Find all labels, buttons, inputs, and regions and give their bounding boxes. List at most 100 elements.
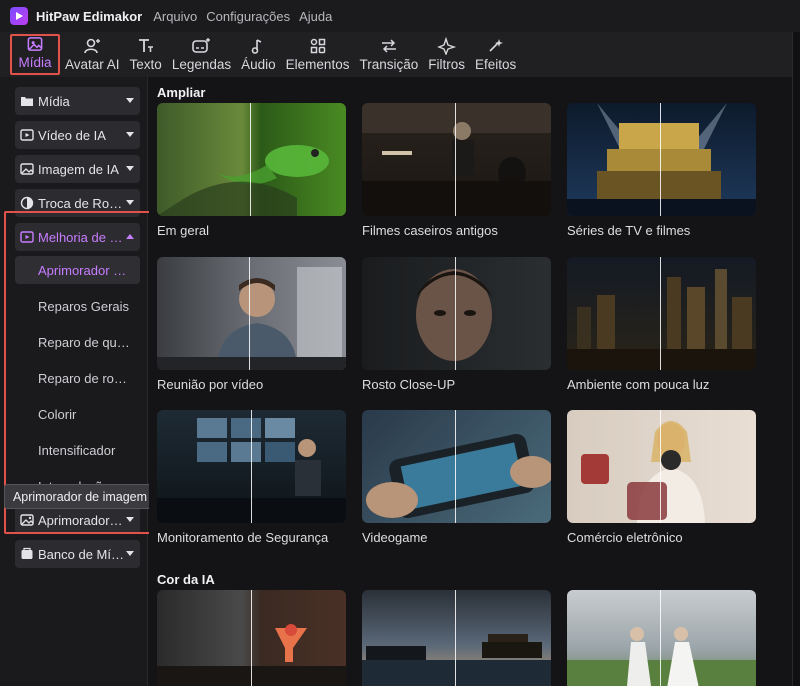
music-note-icon xyxy=(252,39,262,54)
menu-configuracoes[interactable]: Configurações xyxy=(206,9,290,24)
boat-sunset-image xyxy=(362,634,551,686)
comparison-divider xyxy=(251,590,252,686)
thumbnail-low-light[interactable] xyxy=(567,257,756,370)
tab-filters[interactable]: Filtros xyxy=(423,32,470,77)
tab-subtitles[interactable]: Legendas xyxy=(167,32,236,77)
section-title-ampliar: Ampliar xyxy=(157,85,206,100)
thumbnail-videogame[interactable] xyxy=(362,410,551,523)
thumbnail-ai-color-3[interactable] xyxy=(567,590,756,686)
wedding-image xyxy=(567,627,756,686)
sub-item-label: Intensificador xyxy=(38,442,116,458)
sub-item-general-repair[interactable]: Reparos Gerais xyxy=(15,292,140,320)
sub-item-quality-repair[interactable]: Reparo de qualidade xyxy=(15,328,140,356)
sidebar-item-label: Imagem de IA xyxy=(38,161,119,177)
sub-item-label: Reparo de qualidade xyxy=(38,334,130,350)
app-name: HitPaw Edimakor xyxy=(36,8,143,24)
sidebar-item-label: Vídeo de IA xyxy=(38,127,106,143)
tab-filters-label: Filtros xyxy=(428,57,465,72)
thumbnail-caption: Rosto Close-UP xyxy=(362,377,456,392)
enhance-video-icon xyxy=(20,230,34,244)
sidebar-item-media-bank[interactable]: Banco de Mídia xyxy=(15,540,140,568)
sub-item-colorize[interactable]: Colorir xyxy=(15,400,140,428)
ecommerce-image xyxy=(581,421,705,523)
tab-avatar-ai[interactable]: Avatar AI xyxy=(60,32,125,77)
sidebar-item-video-ai[interactable]: Vídeo de IA xyxy=(15,121,140,149)
comparison-divider xyxy=(660,590,661,686)
night-city-image xyxy=(567,269,756,370)
folder-icon xyxy=(20,94,34,108)
comparison-divider xyxy=(660,257,661,370)
menu-arquivo[interactable]: Arquivo xyxy=(153,9,197,24)
menu-ajuda[interactable]: Ajuda xyxy=(299,9,332,24)
lizard-image xyxy=(157,145,329,216)
thumbnail-caption: Comércio eletrônico xyxy=(567,530,683,545)
image-enhance-icon xyxy=(20,513,34,527)
sub-item-label: Aprimorador de vídeo xyxy=(38,262,130,278)
elements-icon xyxy=(310,38,325,54)
tab-media[interactable]: Mídia xyxy=(10,34,60,75)
sidebar-item-label: Melhoria de Vídeo xyxy=(38,229,126,245)
sub-item-face-repair[interactable]: Reparo de rosto xyxy=(15,364,140,392)
chevron-down-icon xyxy=(126,166,134,171)
chevron-down-icon xyxy=(126,200,134,205)
tab-effects[interactable]: Efeitos xyxy=(470,32,521,77)
thumbnail-caption: Ambiente com pouca luz xyxy=(567,377,710,392)
thumbnail-old-home-movies[interactable] xyxy=(362,103,551,216)
tab-transition[interactable]: Transição xyxy=(354,32,423,77)
tab-audio[interactable]: Áudio xyxy=(236,32,281,77)
panel-divider[interactable] xyxy=(792,32,800,686)
tab-media-label: Mídia xyxy=(18,55,52,70)
image-ai-icon xyxy=(20,162,34,176)
sub-item-label: Reparo de rosto xyxy=(38,370,130,386)
sidebar-item-video-enhance[interactable]: Melhoria de Vídeo xyxy=(15,223,140,251)
studio-logo-image xyxy=(567,103,756,216)
comparison-divider xyxy=(660,103,661,216)
thumbnail-ai-color-2[interactable] xyxy=(362,590,551,686)
chevron-down-icon xyxy=(126,551,134,556)
old-movie-image xyxy=(362,103,551,216)
meeting-image xyxy=(157,267,346,370)
thumbnail-face-close-up[interactable] xyxy=(362,257,551,370)
sidebar-item-image-enhancer[interactable]: Aprimorador de imagem xyxy=(15,506,140,534)
comparison-divider xyxy=(250,103,251,216)
thumbnail-tv-series-films[interactable] xyxy=(567,103,756,216)
comparison-divider xyxy=(455,257,456,370)
sidebar-item-label: Aprimorador de imagem xyxy=(38,512,126,528)
app-logo-icon xyxy=(10,7,28,25)
thumbnail-caption: Videogame xyxy=(362,530,428,545)
tab-text[interactable]: Texto xyxy=(125,32,167,77)
thumbnail-ai-color-1[interactable] xyxy=(157,590,346,686)
sidebar-item-face-swap[interactable]: Troca de Rosto xyxy=(15,189,140,217)
thumbnail-caption: Monitoramento de Segurança xyxy=(157,530,329,545)
thumbnail-security-monitoring[interactable] xyxy=(157,410,346,523)
content-panel: Ampliar Em geral Filmes caseiros antigos xyxy=(149,77,792,686)
subtitles-icon xyxy=(192,38,211,53)
tab-avatar-ai-label: Avatar AI xyxy=(65,57,120,72)
chevron-down-icon xyxy=(126,517,134,522)
tab-effects-label: Efeitos xyxy=(475,57,517,72)
video-ai-icon xyxy=(20,128,34,142)
sidebar-item-media[interactable]: Mídia xyxy=(15,87,140,115)
thumbnail-caption: Séries de TV e filmes xyxy=(567,223,691,238)
sidebar-item-label: Troca de Rosto xyxy=(38,195,126,211)
thumbnail-caption: Filmes caseiros antigos xyxy=(362,223,498,238)
sidebar: Mídia Vídeo de IA Imagem de IA Troca de … xyxy=(0,77,148,686)
thumbnail-caption: Reunião por vídeo xyxy=(157,377,264,392)
thumbnail-ecommerce[interactable] xyxy=(567,410,756,523)
thumbnail-general[interactable] xyxy=(157,103,346,216)
transition-icon xyxy=(381,39,396,53)
sub-item-video-enhancer[interactable]: Aprimorador de vídeo xyxy=(15,256,140,284)
title-bar: HitPaw Edimakor Arquivo Configurações Aj… xyxy=(0,0,800,32)
sidebar-item-label: Banco de Mídia xyxy=(38,546,126,562)
tab-transition-label: Transição xyxy=(359,57,419,72)
sub-item-intensifier[interactable]: Intensificador xyxy=(15,436,140,464)
thumbnail-video-meeting[interactable] xyxy=(157,257,346,370)
media-icon xyxy=(27,37,43,51)
sparkle-icon xyxy=(436,37,456,55)
comparison-divider xyxy=(249,257,250,370)
sub-item-label: Reparos Gerais xyxy=(38,298,130,314)
sidebar-item-image-ai[interactable]: Imagem de IA xyxy=(15,155,140,183)
text-icon xyxy=(138,39,153,52)
tab-elements[interactable]: Elementos xyxy=(281,32,355,77)
phone-game-image xyxy=(366,433,551,519)
